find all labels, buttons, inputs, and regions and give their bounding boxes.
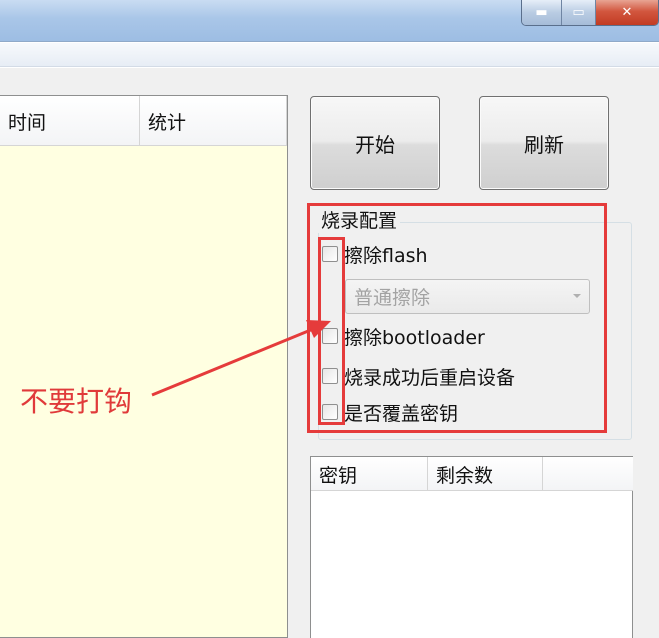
- highlight-box-checkboxes: [318, 237, 345, 425]
- column-header-key[interactable]: 密钥: [311, 457, 428, 491]
- maximize-icon: ▭: [572, 5, 585, 20]
- close-icon: ✕: [621, 5, 633, 20]
- minimize-button[interactable]: ▬: [522, 0, 562, 25]
- window-titlebar: ▬ ▭ ✕: [0, 0, 659, 42]
- key-list[interactable]: 密钥 剩余数: [310, 456, 633, 638]
- column-header-filler: [543, 457, 631, 491]
- close-button[interactable]: ✕: [596, 0, 658, 25]
- key-list-header: 密钥 剩余数: [311, 457, 633, 491]
- log-list-header: 时间 统计: [0, 96, 287, 146]
- start-button[interactable]: 开始: [310, 96, 440, 190]
- minimize-icon: ▬: [535, 5, 548, 20]
- annotation-text: 不要打钩: [20, 385, 133, 418]
- column-header-remaining[interactable]: 剩余数: [428, 457, 543, 491]
- window-controls: ▬ ▭ ✕: [521, 0, 659, 26]
- column-header-time[interactable]: 时间: [0, 96, 140, 146]
- menu-bar: [0, 43, 659, 67]
- highlight-box-config: [307, 203, 607, 433]
- refresh-button[interactable]: 刷新: [479, 96, 609, 190]
- maximize-button[interactable]: ▭: [562, 0, 596, 25]
- log-list[interactable]: 时间 统计: [0, 95, 288, 638]
- column-header-stats[interactable]: 统计: [140, 96, 287, 146]
